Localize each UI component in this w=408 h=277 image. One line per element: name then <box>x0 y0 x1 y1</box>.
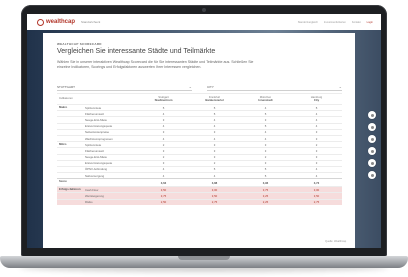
laptop-notch <box>178 256 230 260</box>
share-icon[interactable] <box>368 111 376 119</box>
main-nav: Standortvergleich Investmentkriterien Ko… <box>298 21 373 24</box>
city-selectors: STUTTGART ⌄ CITY ⌄ <box>57 83 342 91</box>
table-header-row: Indikatoren Stuttgart Stadtzentrum Frankf… <box>57 93 342 105</box>
scorecard-panel: WEALTHCAP SCORECARD Vergleichen Sie inte… <box>43 33 355 248</box>
table-header-col-1: Stuttgart Stadtzentrum <box>138 93 189 105</box>
logo-icon <box>37 18 44 26</box>
table-header-col-3: München Innenstadt <box>240 93 291 105</box>
nav-item-2[interactable]: Investmentkriterien <box>324 21 346 24</box>
row-label <box>83 178 138 187</box>
table-header-col-2: Frankfurt Bankenviertel <box>189 93 240 105</box>
print-icon[interactable] <box>368 123 376 131</box>
star-icon[interactable] <box>368 159 376 167</box>
table-header-blank <box>83 93 138 105</box>
row-value: 3,63 <box>138 178 189 187</box>
city-select-left-value: STUTTGART <box>57 84 75 89</box>
comparison-table: Indikatoren Stuttgart Stadtzentrum Frankf… <box>57 93 342 205</box>
nav-item-1[interactable]: Standortvergleich <box>298 21 318 24</box>
logo-subtitle: Standortcheck <box>81 20 101 24</box>
table-row: Risiko 2,50 2,75 2,25 2,75 <box>57 198 342 205</box>
camera <box>202 8 206 12</box>
table-header-col-4: Hamburg City <box>291 93 342 105</box>
download-icon[interactable] <box>368 147 376 155</box>
source-note: Quelle: Wealthcap <box>325 240 347 243</box>
table-header-indicators: Indikatoren <box>57 93 83 105</box>
row-value: 2,50 <box>138 198 189 205</box>
row-value: 2,75 <box>189 198 240 205</box>
row-value: 2,25 <box>240 198 291 205</box>
row-label: Risiko <box>83 198 138 205</box>
intro-text: Wählen Sie in unserer interaktiven Wealt… <box>57 60 254 69</box>
laptop-bezel: wealthcap Standortcheck Standortvergleic… <box>21 5 387 257</box>
logo[interactable]: wealthcap <box>46 19 75 25</box>
site-header: wealthcap Standortcheck Standortvergleic… <box>27 14 381 31</box>
city-select-right-value: CITY <box>207 84 214 89</box>
page-title: Vergleichen Sie interessante Städte und … <box>57 48 216 55</box>
side-action-bar <box>368 111 376 179</box>
chevron-down-icon: ⌄ <box>338 84 342 89</box>
arrow-up-icon[interactable] <box>368 171 376 179</box>
row-value: 3,73 <box>291 178 342 187</box>
eyebrow: WEALTHCAP SCORECARD <box>57 42 102 46</box>
row-value: 3,88 <box>189 178 240 187</box>
row-value: 2,75 <box>291 198 342 205</box>
table-row: Score 3,63 3,88 3,96 3,73 <box>57 178 342 187</box>
browser-screen: wealthcap Standortcheck Standortvergleic… <box>27 14 381 248</box>
row-value: 3,96 <box>240 178 291 187</box>
city-select-left[interactable]: STUTTGART ⌄ <box>57 83 192 91</box>
row-section <box>57 198 83 205</box>
chevron-down-icon: ⌄ <box>188 84 192 89</box>
nav-item-3[interactable]: Kontakt <box>352 21 361 24</box>
row-section: Score <box>57 178 83 187</box>
mail-icon[interactable] <box>368 135 376 143</box>
login-link[interactable]: Login <box>367 21 373 24</box>
city-select-right[interactable]: CITY ⌄ <box>207 83 342 91</box>
